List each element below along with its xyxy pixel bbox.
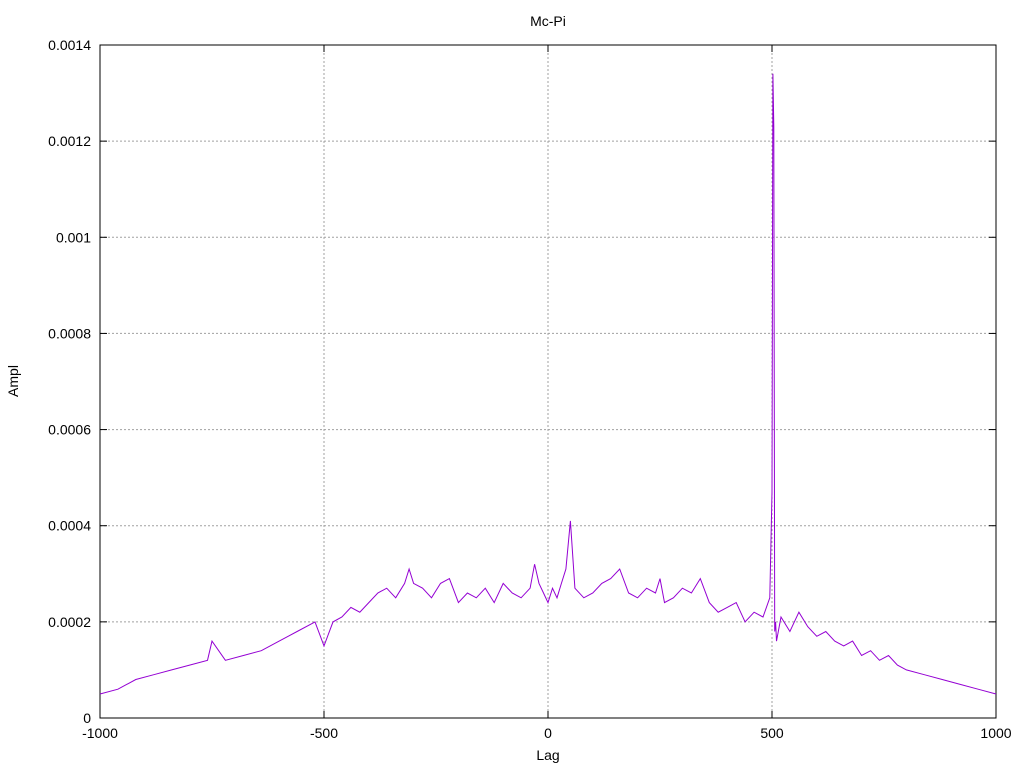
x-tick-label: 0	[544, 725, 552, 741]
y-tick-label: 0.0014	[48, 37, 91, 53]
y-tick-label: 0.001	[56, 229, 91, 245]
y-tick-label: 0	[83, 710, 91, 726]
y-tick-label: 0.0012	[48, 133, 91, 149]
grid	[99, 44, 997, 719]
y-tick-label: 0.0002	[48, 614, 91, 630]
x-tick-label: 1000	[980, 725, 1011, 741]
y-tick-label: 0.0006	[48, 422, 91, 438]
x-tick-label: -1000	[82, 725, 118, 741]
x-tick-label: -500	[310, 725, 338, 741]
y-axis-label: Ampl	[5, 365, 21, 397]
x-tick-label: 500	[760, 725, 784, 741]
x-axis-label: Lag	[536, 747, 559, 763]
ticks: -1000 -500 0 500 1000 0 0.0002 0.0004 0.0006 0.00…	[48, 37, 1012, 741]
y-tick-label: 0.0008	[48, 325, 91, 341]
y-tick-label: 0.0004	[48, 518, 91, 534]
chart: Mc-Pi -1000 -500 0 500 1000 0 0.0002 0.0004 0.00…	[5, 13, 1012, 763]
chart-title: Mc-Pi	[530, 13, 566, 29]
